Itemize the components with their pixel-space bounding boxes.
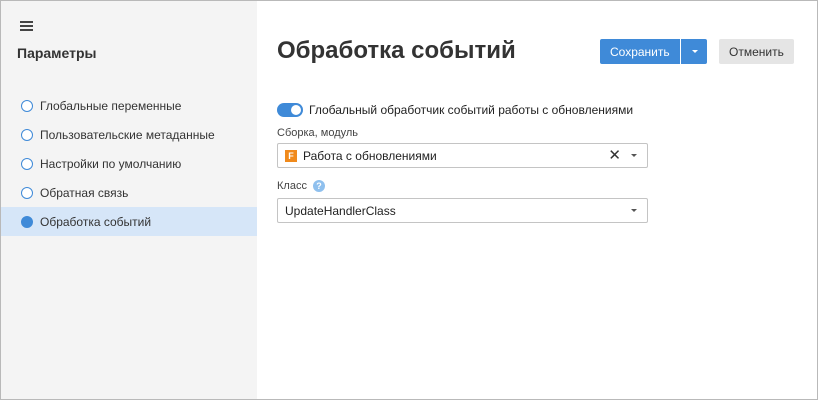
window: Параметры Глобальные переменные Пользова… bbox=[0, 0, 818, 400]
global-handler-toggle[interactable] bbox=[277, 103, 303, 117]
sidebar-title: Параметры bbox=[17, 45, 97, 61]
radio-icon bbox=[21, 99, 33, 112]
cancel-button[interactable]: Отменить bbox=[719, 39, 794, 64]
save-button[interactable]: Сохранить bbox=[600, 39, 680, 64]
sidebar-nav: Глобальные переменные Пользовательские м… bbox=[1, 91, 257, 236]
page-title: Обработка событий bbox=[277, 37, 516, 64]
sidebar-item-label: Пользовательские метаданные bbox=[40, 127, 215, 142]
assembly-field-label: Сборка, модуль bbox=[277, 127, 359, 139]
help-icon[interactable]: ? bbox=[312, 180, 325, 192]
radio-selected-icon bbox=[21, 215, 33, 228]
sidebar-item-default-settings[interactable]: Настройки по умолчанию bbox=[1, 149, 257, 178]
radio-icon bbox=[21, 186, 33, 199]
hamburger-icon[interactable] bbox=[20, 20, 34, 32]
clear-icon[interactable]: ✕ bbox=[608, 148, 621, 163]
sidebar-item-feedback[interactable]: Обратная связь bbox=[1, 178, 257, 207]
radio-icon bbox=[21, 157, 33, 170]
sidebar-item-label: Глобальные переменные bbox=[40, 98, 182, 113]
sidebar-item-label: Обратная связь bbox=[40, 185, 129, 200]
sidebar-item-global-variables[interactable]: Глобальные переменные bbox=[1, 91, 257, 120]
class-field-label: Класс bbox=[277, 180, 307, 192]
save-button-group: Сохранить bbox=[600, 39, 707, 64]
sidebar-item-label: Обработка событий bbox=[40, 214, 152, 229]
sidebar-item-custom-metadata[interactable]: Пользовательские метаданные bbox=[1, 120, 257, 149]
class-value: UpdateHandlerClass bbox=[285, 203, 396, 218]
module-icon: F bbox=[285, 149, 297, 162]
chevron-down-icon[interactable] bbox=[631, 209, 637, 212]
save-options-dropdown-button[interactable] bbox=[680, 39, 707, 64]
class-select[interactable]: UpdateHandlerClass bbox=[277, 198, 648, 223]
global-handler-toggle-row: Глобальный обработчик событий работы с о… bbox=[277, 103, 633, 117]
main-panel: Обработка событий Сохранить Отменить Гло… bbox=[257, 1, 817, 399]
sidebar-item-label: Настройки по умолчанию bbox=[40, 156, 182, 171]
assembly-module-value: Работа с обновлениями bbox=[303, 148, 437, 163]
chevron-down-icon[interactable] bbox=[631, 154, 637, 157]
class-field-label-row: Класс ? bbox=[277, 180, 325, 192]
radio-icon bbox=[21, 128, 33, 141]
sidebar: Параметры Глобальные переменные Пользова… bbox=[1, 1, 257, 399]
sidebar-item-event-handling[interactable]: Обработка событий bbox=[1, 207, 257, 236]
global-handler-toggle-label: Глобальный обработчик событий работы с о… bbox=[309, 103, 634, 117]
assembly-module-select[interactable]: F Работа с обновлениями ✕ bbox=[277, 143, 648, 168]
